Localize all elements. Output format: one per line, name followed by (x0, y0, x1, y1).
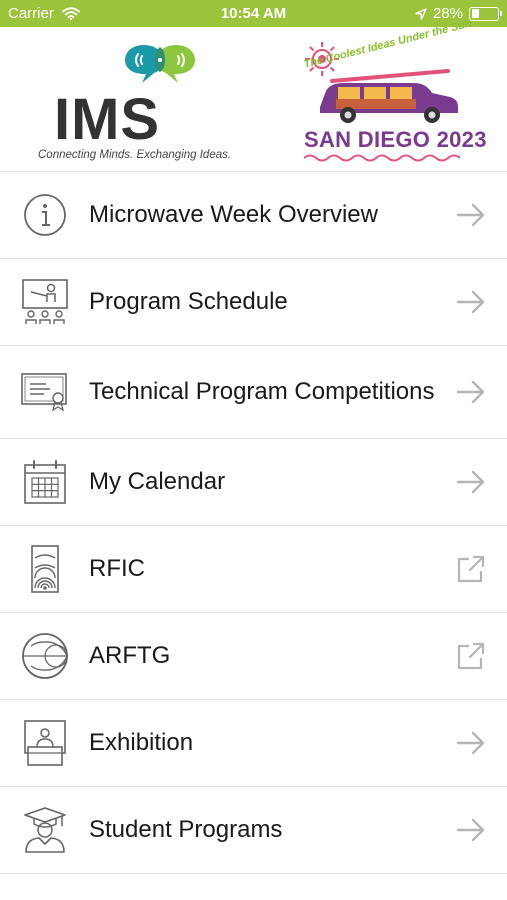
speech-bubbles-icon (125, 45, 195, 83)
exhibition-booth-icon (20, 718, 70, 768)
menu-item-microwave-week-overview[interactable]: Microwave Week Overview (0, 172, 507, 259)
rfic-chip-icon (20, 544, 70, 594)
menu-item-label: Technical Program Competitions (89, 378, 435, 405)
location-arrow-icon (415, 7, 427, 20)
smith-chart-icon (20, 631, 70, 681)
ims-logo: IMS Connecting Minds. Exchanging Ideas. (38, 41, 231, 166)
event-city-year: SAN DIEGO 2023 (304, 127, 487, 153)
menu-item-label: Student Programs (89, 816, 283, 843)
status-bar: Carrier 10:54 AM 28% (0, 0, 507, 27)
menu-item-label: ARFTG (89, 642, 171, 669)
arrow-right-icon (455, 814, 487, 846)
menu-item-label: RFIC (89, 555, 145, 582)
menu-item-label: Program Schedule (89, 288, 288, 315)
san-diego-2023-logo: The Coolest Ideas Under the Sun SAN DIEG… (300, 17, 486, 164)
presentation-icon (20, 277, 70, 327)
menu-item-label: My Calendar (89, 468, 226, 495)
menu-item-arftg[interactable]: ARFTG (0, 613, 507, 700)
arrow-right-icon (455, 376, 487, 408)
menu-item-program-schedule[interactable]: Program Schedule (0, 259, 507, 346)
menu-item-rfic[interactable]: RFIC (0, 526, 507, 613)
menu-item-my-calendar[interactable]: My Calendar (0, 439, 507, 526)
external-link-icon (455, 640, 487, 672)
battery-icon (469, 6, 502, 21)
woody-car-icon (320, 69, 458, 123)
main-menu: Microwave Week Overview Program Schedule… (0, 172, 507, 874)
menu-item-technical-program-competitions[interactable]: Technical Program Competitions (0, 346, 507, 439)
menu-item-label: Microwave Week Overview (89, 201, 378, 228)
battery-level (471, 9, 479, 18)
menu-item-label: Exhibition (89, 729, 194, 756)
event-year: 2023 (436, 127, 487, 152)
menu-item-student-programs[interactable]: Student Programs (0, 787, 507, 874)
arrow-right-icon (455, 727, 487, 759)
info-circle-icon (20, 190, 70, 240)
certificate-icon (20, 367, 70, 417)
graduate-icon (20, 805, 70, 855)
menu-item-exhibition[interactable]: Exhibition (0, 700, 507, 787)
ims-tagline: Connecting Minds. Exchanging Ideas. (38, 149, 232, 161)
header-banner: IMS Connecting Minds. Exchanging Ideas. … (0, 17, 507, 172)
arrow-right-icon (455, 286, 487, 318)
event-city: SAN DIEGO (304, 127, 431, 152)
arrow-right-icon (455, 199, 487, 231)
calendar-icon (20, 457, 70, 507)
arrow-right-icon (455, 466, 487, 498)
ims-wordmark: IMS (54, 87, 161, 152)
external-link-icon (455, 553, 487, 585)
wave-divider (304, 154, 460, 162)
